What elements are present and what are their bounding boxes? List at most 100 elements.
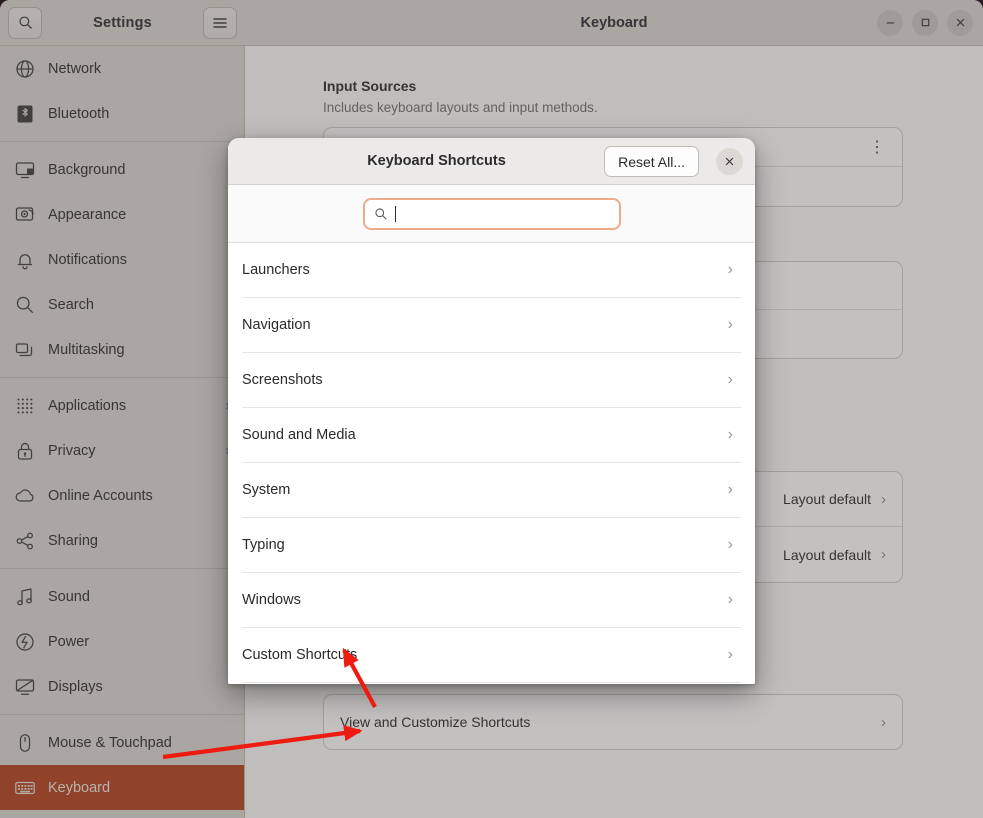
sidebar-item-label: Sound [48, 589, 230, 605]
windows-icon [14, 339, 36, 361]
sidebar-item-label: Mouse & Touchpad [48, 735, 230, 751]
shortcut-category-navigation[interactable]: Navigation› [242, 298, 741, 353]
search-button[interactable] [8, 7, 42, 39]
sidebar-separator [0, 714, 244, 715]
chevron-right-icon: › [728, 646, 741, 664]
minimize-button[interactable] [877, 10, 903, 36]
shortcut-category-custom-shortcuts[interactable]: Custom Shortcuts› [242, 628, 741, 683]
sidebar-item-background[interactable]: Background [0, 147, 244, 192]
special-row-1-value: Layout default [783, 491, 871, 507]
lock-icon [14, 440, 36, 462]
bluetooth-icon [14, 103, 36, 125]
close-button[interactable] [947, 10, 973, 36]
hamburger-menu-icon [212, 16, 228, 30]
search-icon [374, 207, 388, 221]
sidebar-item-mouse-touchpad[interactable]: Mouse & Touchpad [0, 720, 244, 765]
page-title: Keyboard [245, 0, 983, 45]
search-icon [14, 294, 36, 316]
shortcut-category-sound-and-media[interactable]: Sound and Media › [242, 408, 741, 463]
main-menu-button[interactable] [203, 7, 237, 39]
cloud-icon [14, 485, 36, 507]
shortcut-category-list[interactable]: Launchers›Navigation›Screenshots›Sound a… [228, 243, 755, 684]
wallpaper-icon [14, 159, 36, 181]
appearance-icon [14, 204, 36, 226]
sidebar-item-online-accounts[interactable]: Online Accounts [0, 473, 244, 518]
sidebar-item-sharing[interactable]: Sharing [0, 518, 244, 563]
shortcut-category-typing[interactable]: Typing› [242, 518, 741, 573]
sidebar-item-displays[interactable]: Displays [0, 664, 244, 709]
shortcut-category-label: Windows [242, 592, 301, 608]
sidebar-item-label: Displays [48, 679, 230, 695]
search-icon [14, 294, 36, 316]
cloud-icon [14, 485, 36, 507]
shortcut-category-system[interactable]: System› [242, 463, 741, 518]
sidebar-item-keyboard[interactable]: Keyboard [0, 765, 244, 810]
settings-window: Settings Keyboard [0, 0, 983, 818]
sidebar-header: Settings [0, 0, 245, 45]
sidebar-item-label: Search [48, 297, 230, 313]
shortcut-category-screenshots[interactable]: Screenshots› [242, 353, 741, 408]
grid-dots-icon [14, 395, 36, 417]
mouse-icon [14, 732, 36, 754]
windows-icon [14, 339, 36, 361]
sidebar-item-label: Applications [48, 398, 225, 414]
input-sources-title: Input Sources [323, 78, 903, 94]
sidebar-item-network[interactable]: Network [0, 46, 244, 91]
chevron-right-icon: › [881, 714, 886, 731]
display-icon [14, 676, 36, 698]
sidebar-item-bluetooth[interactable]: Bluetooth [0, 91, 244, 136]
sidebar-item-power[interactable]: Power [0, 619, 244, 664]
settings-sidebar[interactable]: Network Bluetooth BackgroundAppearance Noti… [0, 46, 245, 818]
sidebar-item-appearance[interactable]: Appearance [0, 192, 244, 237]
sidebar-separator [0, 568, 244, 569]
bluetooth-icon [14, 103, 36, 125]
shortcut-category-launchers[interactable]: Launchers› [242, 243, 741, 298]
sidebar-item-applications[interactable]: Applications› [0, 383, 244, 428]
bell-icon [14, 249, 36, 271]
dialog-header: Keyboard Shortcuts Reset All... [228, 138, 755, 185]
shortcut-category-label: Navigation [242, 317, 311, 333]
shortcut-category-label: System [242, 482, 290, 498]
sidebar-item-label: Notifications [48, 252, 230, 268]
view-customize-shortcuts-row[interactable]: View and Customize Shortcuts › [324, 695, 902, 749]
chevron-right-icon: › [728, 371, 741, 389]
shortcut-category-label: Sound and Media [242, 427, 356, 443]
sidebar-item-label: Sharing [48, 533, 230, 549]
maximize-button[interactable] [912, 10, 938, 36]
chevron-right-icon: › [728, 426, 741, 444]
lock-icon [14, 440, 36, 462]
special-row-2-value: Layout default [783, 547, 871, 563]
dialog-close-button[interactable] [716, 148, 743, 175]
chevron-right-icon: › [881, 546, 886, 563]
shortcuts-card: View and Customize Shortcuts › [323, 694, 903, 750]
section-keyboard-shortcuts: View and Customize Shortcuts › [323, 694, 903, 750]
shortcut-category-label: Launchers [242, 262, 310, 278]
share-icon [14, 530, 36, 552]
shortcut-category-windows[interactable]: Windows › [242, 573, 741, 628]
reset-all-button[interactable]: Reset All... [604, 146, 699, 177]
sidebar-item-sound[interactable]: Sound [0, 574, 244, 619]
shortcut-search-input[interactable] [363, 198, 621, 230]
three-dots-vertical-icon[interactable]: ⋮ [869, 137, 886, 157]
sidebar-separator [0, 141, 244, 142]
maximize-icon [920, 17, 931, 28]
chevron-right-icon: › [881, 491, 886, 508]
keyboard-icon [14, 777, 36, 799]
sidebar-item-printers[interactable]: Printers [0, 810, 244, 818]
close-icon [955, 17, 966, 28]
shortcut-category-label: Typing [242, 537, 285, 553]
sidebar-item-privacy[interactable]: Privacy› [0, 428, 244, 473]
minimize-icon [885, 17, 896, 28]
chevron-right-icon: › [728, 591, 741, 609]
close-icon [724, 156, 735, 167]
music-note-icon [14, 586, 36, 608]
sidebar-item-search[interactable]: Search [0, 282, 244, 327]
grid-dots-icon [14, 395, 36, 417]
input-sources-subtitle: Includes keyboard layouts and input meth… [323, 100, 903, 115]
sidebar-item-multitasking[interactable]: Multitasking [0, 327, 244, 372]
sidebar-item-label: Bluetooth [48, 106, 230, 122]
settings-title: Settings [93, 15, 152, 31]
view-customize-shortcuts-label: View and Customize Shortcuts [340, 714, 530, 730]
sidebar-item-notifications[interactable]: Notifications [0, 237, 244, 282]
wallpaper-icon [14, 159, 36, 181]
